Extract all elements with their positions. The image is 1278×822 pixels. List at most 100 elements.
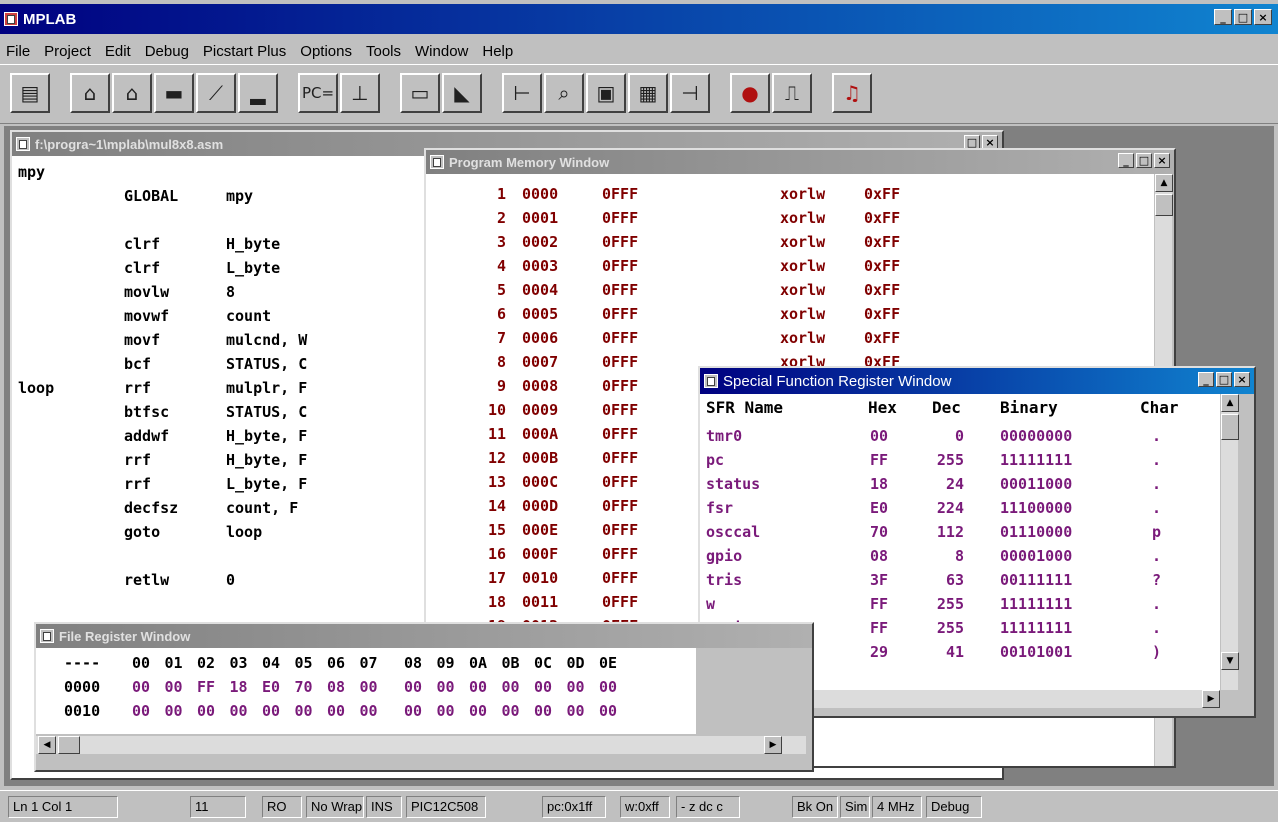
breakpoint-icon[interactable]: ⊣ bbox=[670, 73, 710, 113]
scroll-thumb[interactable] bbox=[1221, 414, 1239, 440]
sfr-row[interactable]: osccal 70 112 01110000 p bbox=[700, 520, 1220, 544]
code-opcode: movlw bbox=[124, 283, 170, 301]
menu-picstart-plus[interactable]: Picstart Plus bbox=[203, 43, 286, 60]
file-register-icon[interactable]: ▦ bbox=[628, 73, 668, 113]
code-operand: 0 bbox=[226, 571, 236, 589]
memory-window-icon[interactable]: ▣ bbox=[586, 73, 626, 113]
code-line: goto loop bbox=[12, 520, 432, 544]
program-memory-maximize-button[interactable]: □ bbox=[1136, 153, 1152, 168]
menu-options[interactable]: Options bbox=[300, 43, 352, 60]
app-maximize-button[interactable]: □ bbox=[1234, 9, 1252, 25]
sfr-row[interactable]: status 18 24 00011000. bbox=[700, 472, 1220, 496]
scroll-left-icon[interactable]: ◀ bbox=[38, 736, 56, 754]
register-value: 00 bbox=[229, 702, 248, 720]
sfr-row[interactable]: fsr E0 224 11100000. bbox=[700, 496, 1220, 520]
program-memory-row[interactable]: 7 0006 0FFF xorlw 0xFF bbox=[426, 326, 1146, 350]
program-memory-row[interactable]: 3 0002 0FFF xorlw 0xFF bbox=[426, 230, 1146, 254]
app-close-button[interactable]: × bbox=[1254, 9, 1272, 25]
build-all-icon[interactable]: ⌂ bbox=[112, 73, 152, 113]
opcode: 0FFF bbox=[602, 185, 639, 203]
scroll-thumb[interactable] bbox=[58, 736, 80, 754]
file-register-row[interactable]: 0000 00 00 FF 18 E0 70 08 00 00 00 00 00 00 00 00 bbox=[36, 676, 696, 698]
program-memory-window-icon bbox=[430, 155, 444, 169]
app-title-bar[interactable]: MPLAB _ □ × bbox=[0, 4, 1278, 34]
file-register-grid[interactable]: ---- 00 01 02 03 04 05 06 07 08 09 0A 0B 0C 0D 0E 0000 00… bbox=[36, 648, 696, 734]
scroll-right-icon[interactable]: ▶ bbox=[1202, 690, 1220, 708]
run-icon[interactable]: ▬ bbox=[154, 73, 194, 113]
register-value: 00 bbox=[359, 702, 378, 720]
address: 0003 bbox=[522, 257, 559, 275]
menu-window[interactable]: Window bbox=[415, 43, 468, 60]
sfr-header-name: SFR Name bbox=[706, 398, 784, 417]
sfr-title-bar[interactable]: Special Function Register Window _ □ × bbox=[700, 368, 1254, 394]
address: 0005 bbox=[522, 305, 559, 323]
file-register-horizontal-scrollbar[interactable]: ◀ ▶ bbox=[36, 736, 806, 754]
address: 000A bbox=[522, 425, 559, 443]
step-over-icon[interactable]: ⊢ bbox=[502, 73, 542, 113]
stopwatch-icon[interactable]: ◣ bbox=[442, 73, 482, 113]
menu-file[interactable]: File bbox=[6, 43, 30, 60]
program-memory-row[interactable]: 2 0001 0FFF xorlw 0xFF bbox=[426, 206, 1146, 230]
column-header: 0B bbox=[501, 654, 520, 672]
stimulus-icon[interactable]: ● bbox=[730, 73, 770, 113]
program-memory-row[interactable]: 6 0005 0FFF xorlw 0xFF bbox=[426, 302, 1146, 326]
register-value: 00 bbox=[436, 702, 455, 720]
scroll-up-icon[interactable]: ▲ bbox=[1155, 174, 1173, 192]
app-minimize-button[interactable]: _ bbox=[1214, 9, 1232, 25]
menu-debug[interactable]: Debug bbox=[145, 43, 189, 60]
change-pc-icon[interactable]: PC= bbox=[298, 73, 338, 113]
scroll-right-icon[interactable]: ▶ bbox=[764, 736, 782, 754]
sfr-row[interactable]: tris 3F 63 00111111? bbox=[700, 568, 1220, 592]
file-register-title-bar[interactable]: File Register Window bbox=[36, 624, 812, 648]
opcode: 0FFF bbox=[602, 569, 639, 587]
code-line: clrf L_byte bbox=[12, 256, 432, 280]
sfr-row[interactable]: tmr0 00 0 00000000. bbox=[700, 424, 1220, 448]
sfr-row[interactable]: gpio 08 8 00001000. bbox=[700, 544, 1220, 568]
menu-project[interactable]: Project bbox=[44, 43, 91, 60]
open-project-icon[interactable]: ▤ bbox=[10, 73, 50, 113]
scroll-down-icon[interactable]: ▼ bbox=[1221, 652, 1239, 670]
sfr-char: . bbox=[1152, 595, 1162, 613]
sfr-window-icon bbox=[704, 374, 718, 388]
file-register-row[interactable]: 0010 00 00 00 00 00 00 00 00 00 00 00 00 00 00 00 bbox=[36, 700, 696, 722]
menu-edit[interactable]: Edit bbox=[105, 43, 131, 60]
register-value: 00 bbox=[469, 702, 488, 720]
scroll-thumb[interactable] bbox=[1155, 194, 1173, 216]
sfr-minimize-button[interactable]: _ bbox=[1198, 372, 1214, 387]
mnemonic: xorlw bbox=[780, 209, 826, 227]
address: 0011 bbox=[522, 593, 559, 611]
program-memory-close-button[interactable]: × bbox=[1154, 153, 1170, 168]
animate-icon[interactable]: ▂ bbox=[238, 73, 278, 113]
file-register-window[interactable]: File Register Window ---- 00 01 02 03 04 05 06 0… bbox=[34, 622, 814, 772]
build-node-icon[interactable]: ⌂ bbox=[70, 73, 110, 113]
sfr-maximize-button[interactable]: □ bbox=[1216, 372, 1232, 387]
menu-tools[interactable]: Tools bbox=[366, 43, 401, 60]
register-value: 00 bbox=[294, 702, 313, 720]
line-number: 13 bbox=[487, 473, 506, 491]
program-memory-title-bar[interactable]: Program Memory Window _ □ × bbox=[426, 150, 1174, 174]
sfr-row[interactable]: pc FF 255 11111111. bbox=[700, 448, 1220, 472]
register-value: 00 bbox=[469, 678, 488, 696]
column-header: 0D bbox=[566, 654, 585, 672]
line-number: 14 bbox=[487, 497, 506, 515]
program-memory-row[interactable]: 5 0004 0FFF xorlw 0xFF bbox=[426, 278, 1146, 302]
help-icon[interactable]: ♫ bbox=[832, 73, 872, 113]
opcode: 0FFF bbox=[602, 521, 639, 539]
register-value: 00 bbox=[566, 678, 585, 696]
scroll-up-icon[interactable]: ▲ bbox=[1221, 394, 1239, 412]
menu-help[interactable]: Help bbox=[482, 43, 513, 60]
sfr-hex: 70 bbox=[870, 523, 889, 541]
sfr-dec: 255 bbox=[936, 451, 964, 469]
find-icon[interactable]: ⌕ bbox=[544, 73, 584, 113]
program-memory-row[interactable]: 4 0003 0FFF xorlw 0xFF bbox=[426, 254, 1146, 278]
trace-icon[interactable]: ⎍ bbox=[772, 73, 812, 113]
sfr-row[interactable]: w FF 255 11111111. bbox=[700, 592, 1220, 616]
sfr-vertical-scrollbar[interactable]: ▲ ▼ bbox=[1220, 394, 1239, 690]
step-icon[interactable]: ⟋ bbox=[196, 73, 236, 113]
program-memory-row[interactable]: 1 0000 0FFF xorlw 0xFF bbox=[426, 182, 1146, 206]
watch-window-icon[interactable]: ▭ bbox=[400, 73, 440, 113]
sfr-close-button[interactable]: × bbox=[1234, 372, 1250, 387]
program-memory-minimize-button[interactable]: _ bbox=[1118, 153, 1134, 168]
reset-icon[interactable]: ⊥ bbox=[340, 73, 380, 113]
line-number: 12 bbox=[487, 449, 506, 467]
